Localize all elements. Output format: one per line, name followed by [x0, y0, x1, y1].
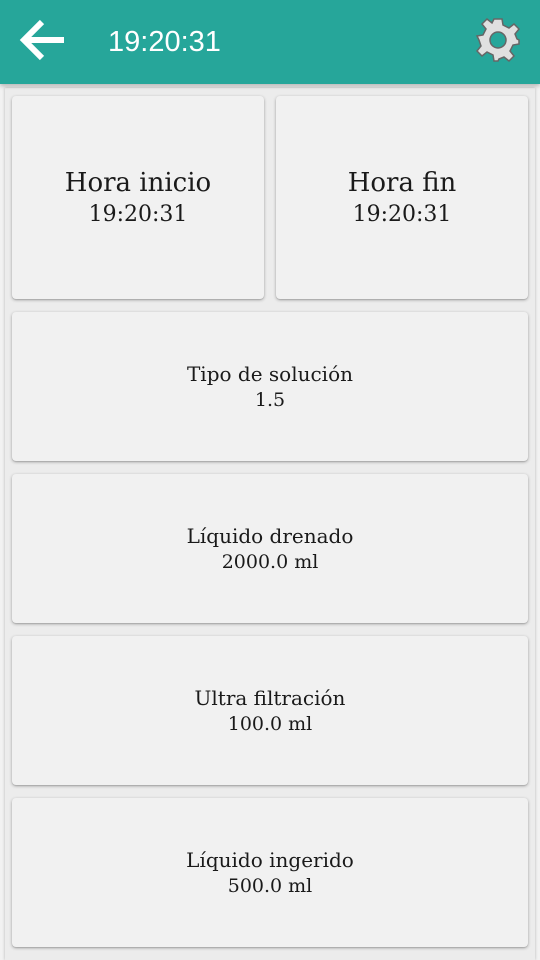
ultrafiltration-card[interactable]: Ultra filtración 100.0 ml: [12, 636, 528, 785]
end-time-value: 19:20:31: [352, 201, 452, 227]
arrow-left-icon: [16, 15, 68, 70]
start-time-card[interactable]: Hora inicio 19:20:31: [12, 96, 264, 299]
start-time-value: 19:20:31: [88, 201, 188, 227]
drained-liquid-card[interactable]: Líquido drenado 2000.0 ml: [12, 474, 528, 623]
start-time-label: Hora inicio: [64, 167, 212, 198]
back-button[interactable]: [14, 16, 70, 68]
content-area: Hora inicio 19:20:31 Hora fin 19:20:31 T…: [5, 88, 535, 960]
solution-type-card[interactable]: Tipo de solución 1.5: [12, 312, 528, 461]
solution-type-value: 1.5: [254, 388, 286, 411]
drained-liquid-value: 2000.0 ml: [221, 550, 319, 573]
ingested-liquid-card[interactable]: Líquido ingerido 500.0 ml: [12, 798, 528, 947]
ultrafiltration-value: 100.0 ml: [227, 712, 313, 735]
page-title: 19:20:31: [108, 26, 221, 58]
end-time-card[interactable]: Hora fin 19:20:31: [276, 96, 528, 299]
app-bar: 19:20:31: [0, 0, 540, 84]
ingested-liquid-value: 500.0 ml: [227, 874, 313, 897]
drained-liquid-label: Líquido drenado: [186, 523, 354, 548]
ultrafiltration-label: Ultra filtración: [194, 685, 346, 710]
ingested-liquid-label: Líquido ingerido: [186, 847, 354, 872]
solution-type-label: Tipo de solución: [186, 361, 354, 386]
end-time-label: Hora fin: [347, 167, 457, 198]
gear-icon: [475, 17, 521, 68]
settings-button[interactable]: [470, 14, 526, 70]
